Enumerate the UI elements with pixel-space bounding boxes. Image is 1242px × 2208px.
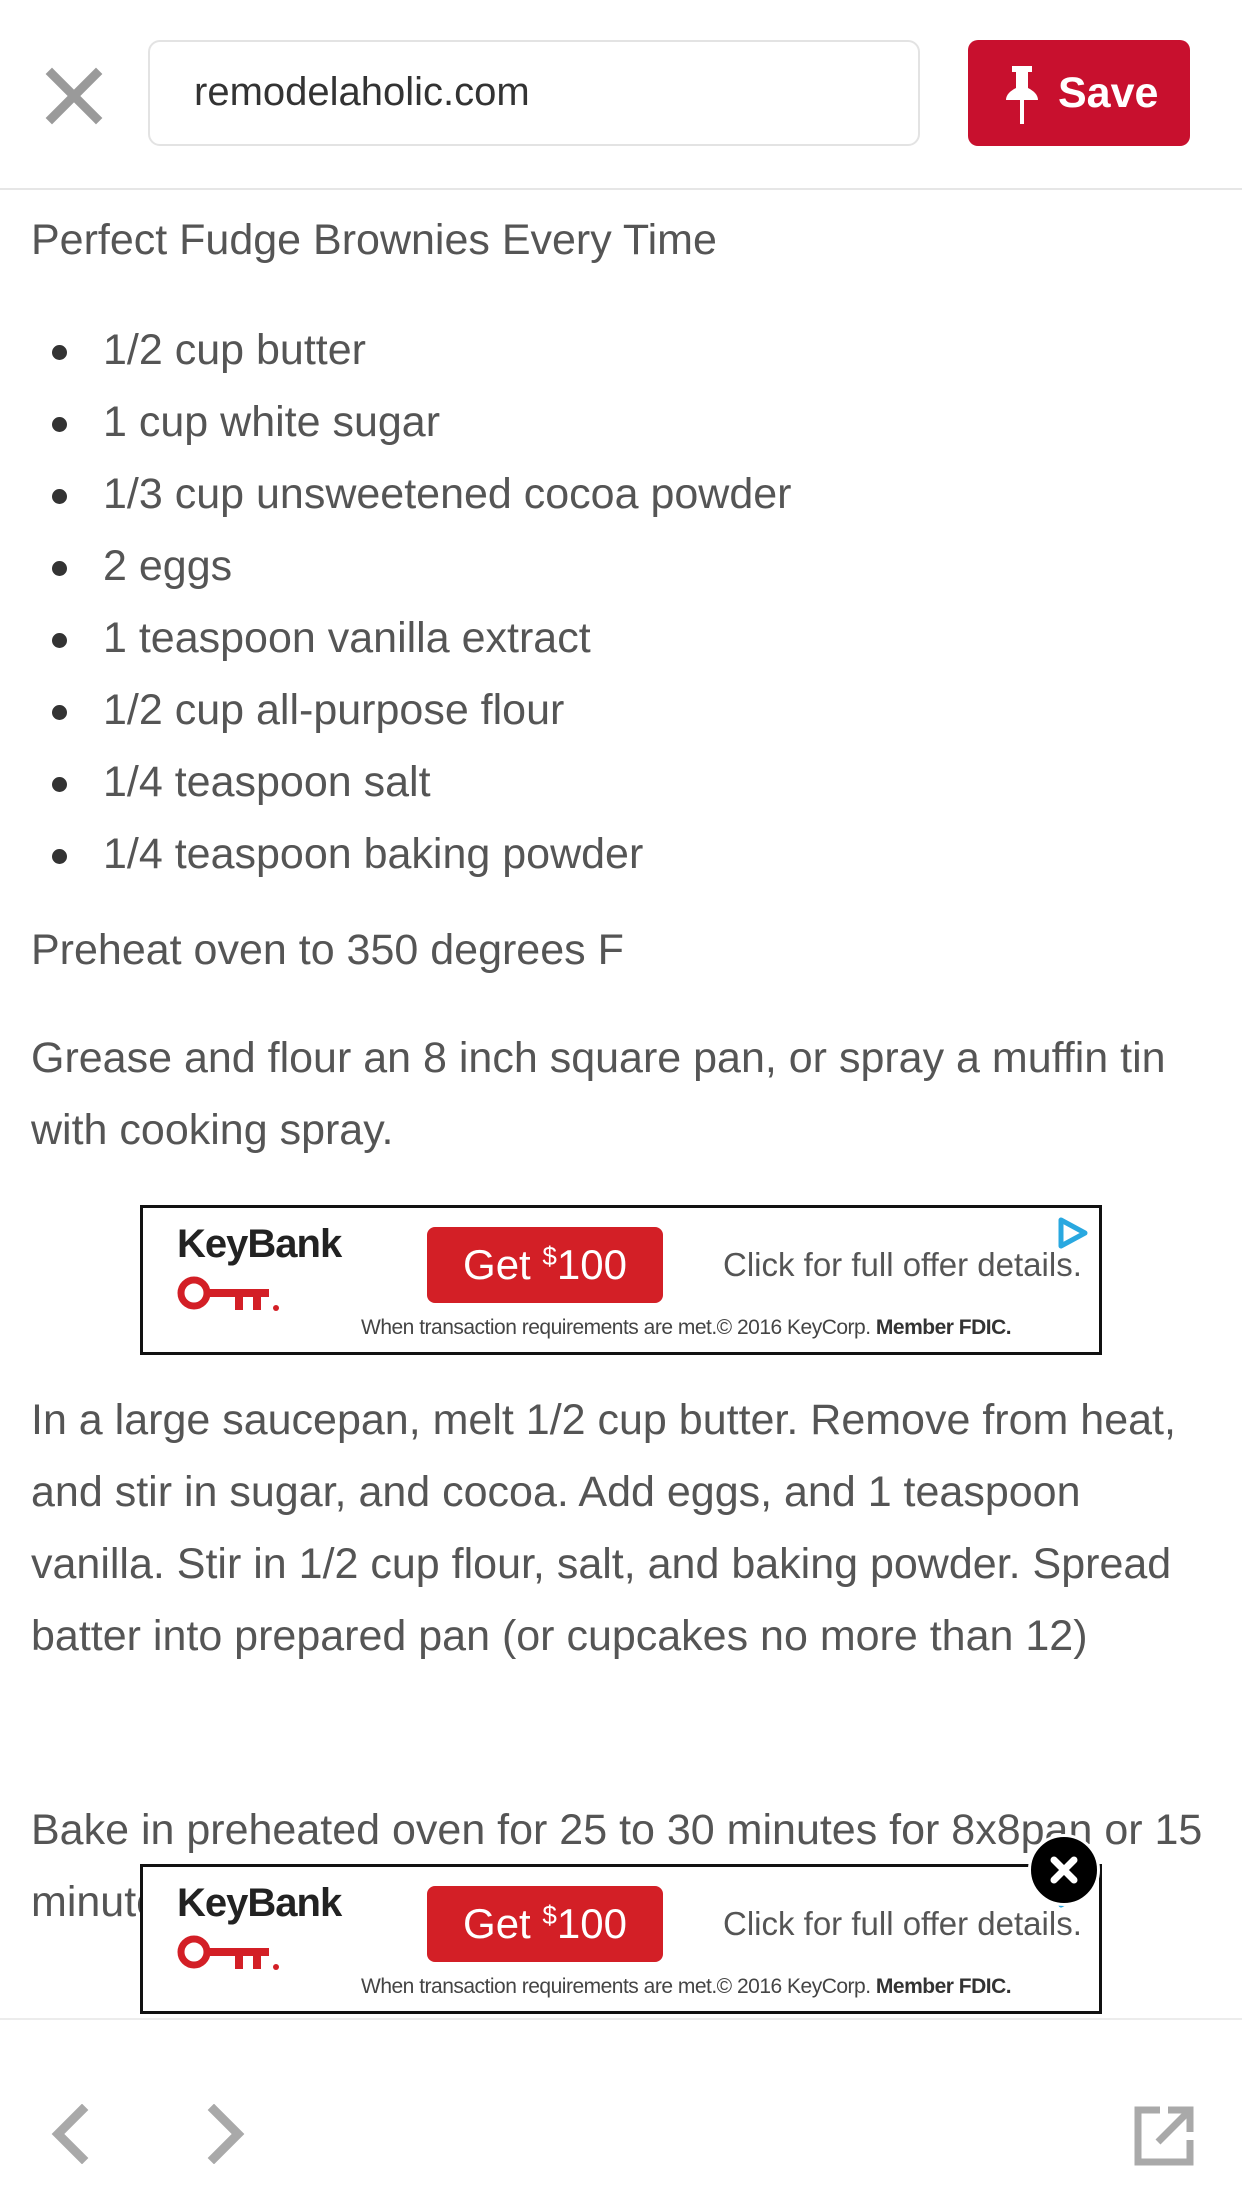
step-grease: Grease and flour an 8 inch square pan, o…	[31, 1034, 1166, 1154]
ingredient-list: 1/2 cup butter 1 cup white sugar 1/3 cup…	[31, 314, 791, 890]
forward-button[interactable]	[200, 2103, 250, 2165]
ad-cta-currency: $	[542, 1241, 557, 1271]
ingredient-item: 1/2 cup butter	[31, 314, 791, 386]
ingredient-item: 2 eggs	[31, 530, 791, 602]
save-button[interactable]: Save	[968, 40, 1190, 146]
ad-close-button[interactable]	[1028, 1834, 1100, 1906]
ingredient-item: 1 cup white sugar	[31, 386, 791, 458]
ad-fine-text: When transaction requirements are met.© …	[361, 1316, 871, 1339]
ingredient-item: 1/2 cup all-purpose flour	[31, 674, 791, 746]
ad-cta-amount: 100	[556, 1241, 627, 1288]
keybank-ad-banner[interactable]: KeyBank Get $100 Click for full offer de…	[140, 1205, 1102, 1355]
ad-offer-text: Click for full offer details.	[723, 1905, 1082, 1942]
chevron-right-icon	[207, 2103, 245, 2165]
ad-cta-prefix: Get	[463, 1241, 543, 1288]
ad-brand: KeyBank	[177, 1222, 342, 1266]
step-preheat: Preheat oven to 350 degrees F	[31, 926, 624, 974]
ad-fine-text: When transaction requirements are met.© …	[361, 1975, 871, 1998]
chevron-left-icon	[51, 2103, 89, 2165]
article-content: Perfect Fudge Brownies Every Time 1/2 cu…	[31, 190, 1211, 2018]
ad-cta-button[interactable]: Get $100	[427, 1886, 663, 1962]
top-bar: remodelaholic.com Save	[0, 0, 1242, 190]
key-logo-icon	[177, 1935, 279, 1970]
close-icon	[45, 67, 103, 125]
url-field[interactable]: remodelaholic.com	[148, 40, 920, 146]
close-icon	[1050, 1856, 1078, 1884]
back-button[interactable]	[46, 2103, 96, 2165]
ad-cta-prefix: Get	[463, 1900, 543, 1947]
ingredient-item: 1/4 teaspoon salt	[31, 746, 791, 818]
close-button[interactable]	[44, 66, 104, 126]
ad-offer-text: Click for full offer details.	[723, 1246, 1082, 1283]
bottom-toolbar	[0, 2018, 1242, 2208]
ad-cta-button[interactable]: Get $100	[427, 1227, 663, 1303]
adchoices-icon[interactable]	[1055, 1216, 1089, 1250]
keybank-sticky-ad-banner[interactable]: KeyBank Get $100 Click for full offer de…	[140, 1864, 1102, 2014]
key-logo-icon	[177, 1276, 279, 1311]
ad-fine-print: When transaction requirements are met.© …	[361, 1316, 1012, 1340]
recipe-title: Perfect Fudge Brownies Every Time	[31, 216, 717, 264]
url-text: remodelaholic.com	[194, 70, 530, 114]
save-label: Save	[1058, 69, 1159, 117]
ad-fdic: Member FDIC.	[875, 1975, 1012, 1998]
step-mix: In a large saucepan, melt 1/2 cup butter…	[31, 1396, 1176, 1660]
ad-brand: KeyBank	[177, 1881, 342, 1925]
ad-fdic: Member FDIC.	[875, 1316, 1012, 1339]
ingredient-item: 1/3 cup unsweetened cocoa powder	[31, 458, 791, 530]
ingredient-item: 1 teaspoon vanilla extract	[31, 602, 791, 674]
external-link-icon	[1134, 2106, 1194, 2166]
pin-icon	[1006, 66, 1038, 124]
ad-cta-currency: $	[542, 1900, 557, 1930]
ad-cta-amount: 100	[556, 1900, 627, 1947]
ad-fine-print: When transaction requirements are met.© …	[361, 1975, 1012, 1999]
open-external-button[interactable]	[1134, 2106, 1194, 2166]
ingredient-item: 1/4 teaspoon baking powder	[31, 818, 791, 890]
